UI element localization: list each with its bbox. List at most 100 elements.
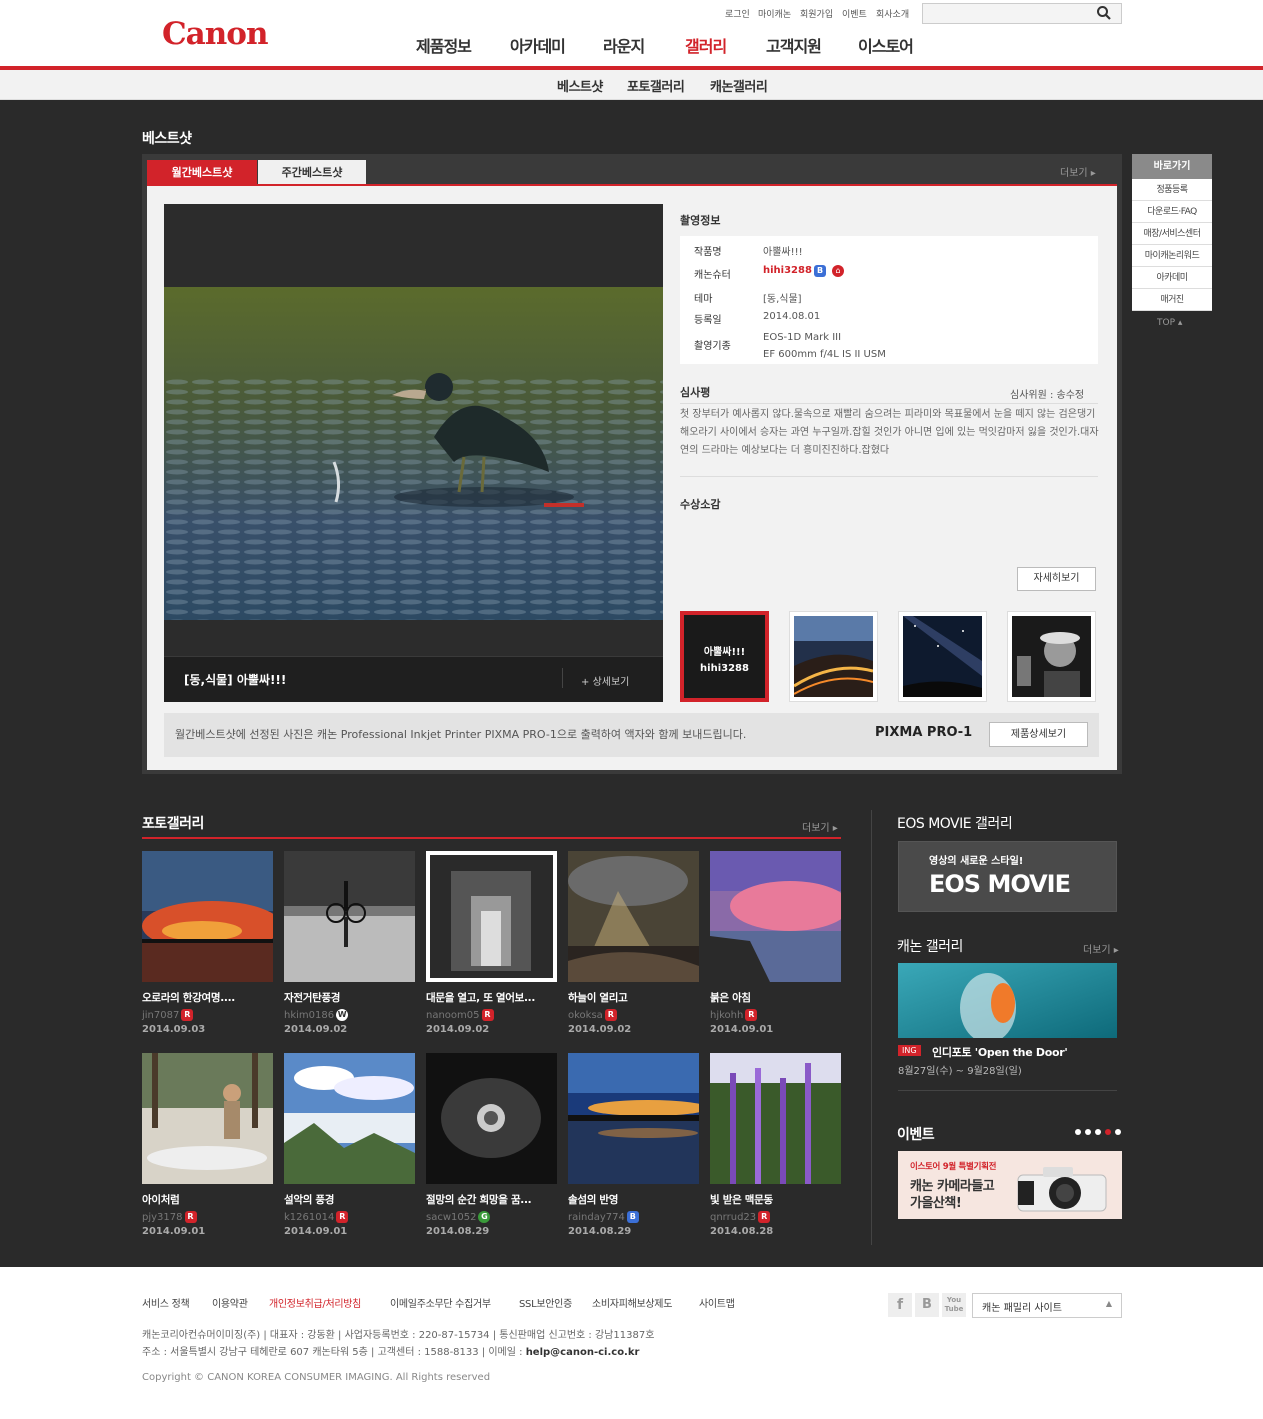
gallery-thumb-7[interactable] — [284, 1053, 415, 1184]
gallery-user[interactable]: jin7087 — [142, 1010, 179, 1021]
pager-dot[interactable] — [1085, 1129, 1091, 1135]
gallery-user[interactable]: sacw1052 — [426, 1212, 476, 1223]
footer-link-policy[interactable]: 서비스 정책 — [142, 1295, 190, 1310]
gnb-estore[interactable]: 이스토어 — [858, 33, 914, 57]
gallery-user[interactable]: okoksa — [568, 1010, 603, 1021]
subnav-bestshot[interactable]: 베스트샷 — [557, 76, 603, 95]
gallery-title[interactable]: 설악의 풍경 — [284, 1192, 415, 1207]
quick-item-store[interactable]: 매장/서비스센터 — [1132, 223, 1212, 245]
search-input[interactable] — [922, 3, 1122, 24]
gallery-item-3[interactable]: 대문을 열고, 또 열어보... nanoom05 R 2014.09.02 — [426, 990, 557, 1035]
gallery-user[interactable]: hkim0186 — [284, 1010, 334, 1021]
join-link[interactable]: 회원가입 — [800, 7, 833, 20]
footer-link-ssl[interactable]: SSL보안인증 — [519, 1295, 572, 1310]
login-link[interactable]: 로그인 — [725, 7, 750, 20]
footer-link-privacy[interactable]: 개인정보취급/처리방침 — [269, 1295, 361, 1310]
tab-weekly[interactable]: 주간베스트샷 — [258, 160, 366, 185]
gnb-academy[interactable]: 아카데미 — [510, 33, 566, 57]
eos-movie-banner[interactable]: 영상의 새로운 스타일! EOS MOVIE — [898, 841, 1117, 912]
gnb-support[interactable]: 고객지원 — [766, 33, 822, 57]
gallery-user[interactable]: qnrrud23 — [710, 1212, 756, 1223]
subnav-photogallery[interactable]: 포토갤러리 — [627, 76, 685, 95]
gallery-thumb-6[interactable] — [142, 1053, 273, 1184]
top-link[interactable]: TOP ▴ — [1157, 318, 1182, 328]
gallery-thumb-10[interactable] — [710, 1053, 841, 1184]
home-icon[interactable]: ⌂ — [832, 265, 844, 277]
gallery-thumb-4[interactable] — [568, 851, 699, 982]
gallery-title[interactable]: 자전거탄풍경 — [284, 990, 415, 1005]
company-link[interactable]: 회사소개 — [876, 7, 909, 20]
gallery-title[interactable]: 빛 받은 맥문동 — [710, 1192, 841, 1207]
gnb-products[interactable]: 제품정보 — [416, 33, 472, 57]
gallery-item-1[interactable]: 오로라의 한강여명.... jin7087 R 2014.09.03 — [142, 990, 273, 1035]
bestshot-thumb-3[interactable] — [898, 611, 987, 702]
gallery-thumb-1[interactable] — [142, 851, 273, 982]
gallery-thumb-2[interactable] — [284, 851, 415, 982]
subnav-canongallery[interactable]: 캐논갤러리 — [710, 76, 768, 95]
gallery-thumb-5[interactable] — [710, 851, 841, 982]
gallery-thumb-3[interactable] — [426, 851, 557, 982]
gallery-user[interactable]: k1261014 — [284, 1212, 334, 1223]
event-link[interactable]: 이벤트 — [842, 7, 867, 20]
pager-dot-active[interactable] — [1105, 1129, 1111, 1135]
bestshot-more-link[interactable]: 더보기 ▸ — [1060, 164, 1096, 179]
gallery-title[interactable]: 하늘이 열리고 — [568, 990, 699, 1005]
info-shooter-value[interactable]: hihi3288 — [763, 265, 812, 276]
quick-item-download[interactable]: 다운로드·FAQ — [1132, 201, 1212, 223]
footer-link-sitemap[interactable]: 사이트맵 — [699, 1295, 735, 1310]
youtube-icon[interactable]: You Tube — [942, 1293, 966, 1317]
pager-dot[interactable] — [1075, 1129, 1081, 1135]
gallery-item-4[interactable]: 하늘이 열리고 okoksa R 2014.09.02 — [568, 990, 699, 1035]
gallery-user[interactable]: nanoom05 — [426, 1010, 480, 1021]
gnb-gallery[interactable]: 갤러리 — [685, 33, 727, 57]
gallery-item-9[interactable]: 솔섬의 반영 rainday774 B 2014.08.29 — [568, 1192, 699, 1237]
gallery-item-7[interactable]: 설악의 풍경 k1261014 R 2014.09.01 — [284, 1192, 415, 1237]
blog-icon[interactable]: B — [915, 1293, 939, 1317]
gallery-title[interactable]: 대문을 열고, 또 열어보... — [426, 990, 557, 1005]
gallery-title[interactable]: 솔섬의 반영 — [568, 1192, 699, 1207]
gallery-item-5[interactable]: 붉은 아침 hjkohh R 2014.09.01 — [710, 990, 841, 1035]
mycanon-link[interactable]: 마이캐논 — [758, 7, 791, 20]
quick-item-academy[interactable]: 아카데미 — [1132, 267, 1212, 289]
bestshot-thumb-4[interactable] — [1007, 611, 1096, 702]
quick-item-register[interactable]: 정품등록 — [1132, 179, 1212, 201]
exhibit-title[interactable]: 인디포토 'Open the Door' — [932, 1044, 1068, 1060]
gallery-thumb-9[interactable] — [568, 1053, 699, 1184]
photo-detail-link[interactable]: + 상세보기 — [581, 673, 629, 688]
gallery-item-10[interactable]: 빛 받은 맥문동 qnrrud23 R 2014.08.28 — [710, 1192, 841, 1237]
gallery-thumb-8[interactable] — [426, 1053, 557, 1184]
quick-item-reward[interactable]: 마이캐논리워드 — [1132, 245, 1212, 267]
gallery-title[interactable]: 오로라의 한강여명.... — [142, 990, 273, 1005]
bestshot-thumb-active[interactable]: 아뿔싸!!! hihi3288 — [680, 611, 769, 702]
main-photo-heron[interactable] — [164, 287, 663, 620]
pager-dot[interactable] — [1115, 1129, 1121, 1135]
detail-button[interactable]: 자세히보기 — [1017, 567, 1096, 591]
gallery-user[interactable]: hjkohh — [710, 1010, 743, 1021]
gallery-title[interactable]: 붉은 아침 — [710, 990, 841, 1005]
footer-link-terms[interactable]: 이용약관 — [212, 1295, 248, 1310]
gallery-item-2[interactable]: 자전거탄풍경 hkim0186 W 2014.09.02 — [284, 990, 415, 1035]
tab-monthly[interactable]: 월간베스트샷 — [147, 160, 257, 185]
canon-logo[interactable]: Canon — [160, 14, 280, 50]
search-icon[interactable] — [1096, 5, 1112, 21]
canon-gallery-banner[interactable] — [898, 963, 1117, 1038]
event-banner[interactable]: 이스토어 9월 특별기획전 캐논 카메라들고 가을산책! — [898, 1151, 1122, 1219]
canon-gallery-more-link[interactable]: 더보기 ▸ — [1083, 941, 1119, 956]
gallery-user[interactable]: rainday774 — [568, 1212, 625, 1223]
footer-email[interactable]: help@canon-ci.co.kr — [526, 1347, 640, 1358]
gallery-user[interactable]: pjy3178 — [142, 1212, 183, 1223]
gallery-item-6[interactable]: 아이처럼 pjy3178 R 2014.09.01 — [142, 1192, 273, 1237]
gallery-item-8[interactable]: 절망의 순간 희망을 꿈... sacw1052 G 2014.08.29 — [426, 1192, 557, 1237]
photogallery-more-link[interactable]: 더보기 ▸ — [802, 819, 838, 834]
blog-icon[interactable]: B — [814, 265, 826, 277]
footer-link-compensation[interactable]: 소비자피해보상제도 — [592, 1295, 672, 1310]
facebook-icon[interactable]: f — [888, 1293, 912, 1317]
product-detail-button[interactable]: 제품상세보기 — [989, 722, 1088, 747]
gallery-title[interactable]: 절망의 순간 희망을 꿈... — [426, 1192, 557, 1207]
footer-link-email[interactable]: 이메일주소무단 수집거부 — [390, 1295, 491, 1310]
pager-dot[interactable] — [1095, 1129, 1101, 1135]
quick-item-magazine[interactable]: 매거진 — [1132, 289, 1212, 311]
family-site-select[interactable]: 캐논 패밀리 사이트 ▲ — [972, 1293, 1122, 1318]
gallery-title[interactable]: 아이처럼 — [142, 1192, 273, 1207]
gnb-lounge[interactable]: 라운지 — [603, 33, 645, 57]
